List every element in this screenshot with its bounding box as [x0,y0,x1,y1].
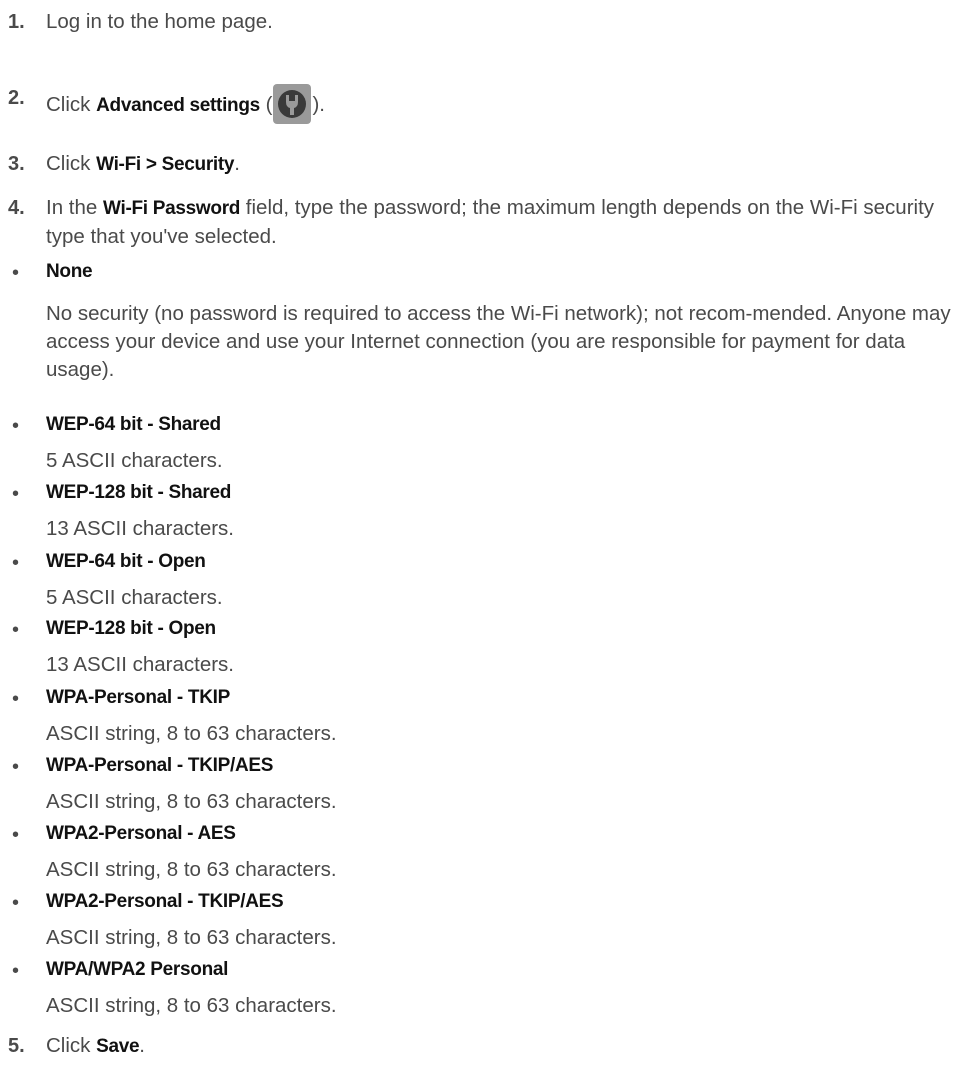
bullet: • [12,552,20,574]
wifi-security-path: Wi-Fi > Security [96,154,235,175]
step-text-prefix: Click [46,1034,97,1057]
security-type-name: WEP-64 bit - Shared [46,414,221,435]
step-number: 2. [8,87,25,109]
security-type-name: WPA-Personal - TKIP [46,687,230,708]
save-label: Save [96,1036,140,1057]
security-type-description: 13 ASCII characters. [46,653,235,676]
security-type-description: ASCII string, 8 to 63 characters. [46,994,337,1017]
step-text: Log in to the home page. [46,10,273,33]
security-type-description: ASCII string, 8 to 63 characters. [46,926,337,949]
security-type-name: WPA/WPA2 Personal [46,959,229,980]
security-type-name: WPA2-Personal - AES [46,823,236,844]
step-number: 1. [8,11,25,33]
security-type-description: 5 ASCII characters. [46,449,223,472]
security-type-description: 13 ASCII characters. [46,517,235,540]
step-text-suffix: . [139,1034,145,1057]
step-text: Click Wi-Fi > Security. [46,150,954,179]
bullet: • [12,892,20,914]
security-type-name: WPA-Personal - TKIP/AES [46,755,274,776]
step-text: Click Save. [46,1032,954,1061]
security-type-description: ASCII string, 8 to 63 characters. [46,722,337,745]
security-type-description: No security (no password is required to … [46,302,951,381]
security-type-name: None [46,261,93,282]
bullet: • [12,960,20,982]
security-type-description: ASCII string, 8 to 63 characters. [46,858,337,881]
bullet: • [12,262,20,284]
paren-close: ). [312,93,326,116]
advanced-settings-label: Advanced settings [96,95,260,116]
wrench-icon [273,84,312,124]
step-text: In the Wi-Fi Password field, type the pa… [46,194,954,251]
security-type-name: WEP-64 bit - Open [46,551,206,572]
step-text: Click Advanced settings (). [46,84,954,124]
security-type-description: ASCII string, 8 to 63 characters. [46,790,337,813]
security-type-description: 5 ASCII characters. [46,586,223,609]
security-type-name: WEP-128 bit - Open [46,618,216,639]
step-text-prefix: Click [46,152,97,175]
bullet: • [12,483,20,505]
step-number: 4. [8,197,25,219]
step-number: 5. [8,1035,25,1057]
bullet: • [12,756,20,778]
bullet: • [12,688,20,710]
security-type-name: WPA2-Personal - TKIP/AES [46,891,284,912]
step-text-prefix: In the [46,196,103,219]
paren-open: ( [259,93,273,116]
bullet: • [12,824,20,846]
security-type-name: WEP-128 bit - Shared [46,482,232,503]
step-text-suffix: . [234,152,240,175]
bullet: • [12,415,20,437]
bullet: • [12,619,20,641]
step-text-prefix: Click [46,93,97,116]
step-number: 3. [8,153,25,175]
wifi-password-field-label: Wi-Fi Password [103,198,241,219]
